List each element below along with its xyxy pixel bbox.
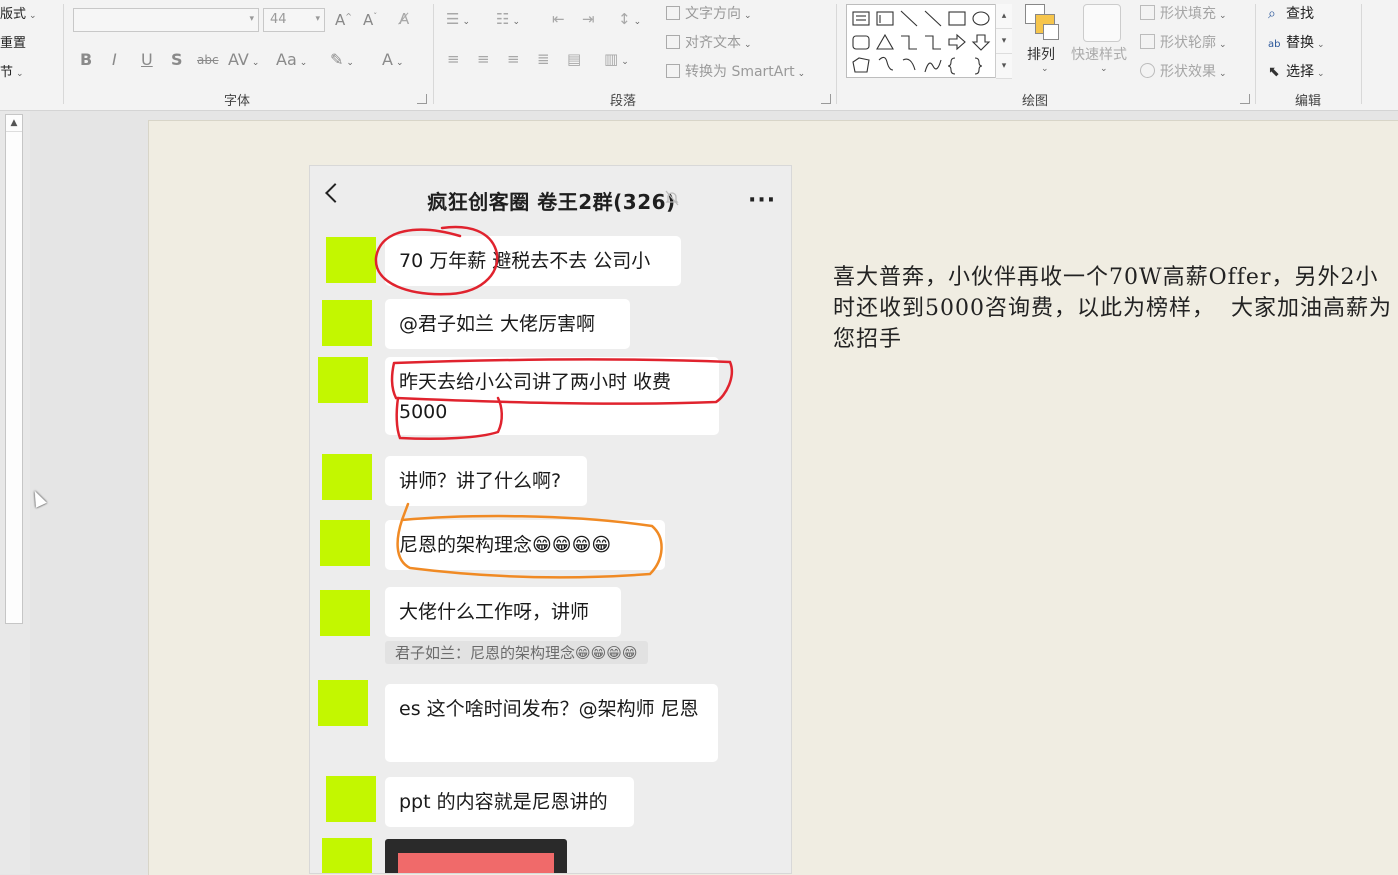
text-direction-button[interactable]: 文字方向 ⌄ xyxy=(666,3,752,23)
decrease-indent-icon[interactable]: ⇤ xyxy=(552,10,565,28)
quick-styles-icon[interactable] xyxy=(1083,4,1121,42)
group-separator xyxy=(1361,4,1362,104)
shadow-button[interactable]: S xyxy=(171,50,183,69)
shapes-gallery-scroll[interactable]: ▴ ▾ ▾ xyxy=(995,4,1012,79)
select-button[interactable]: ⬉ 选择 ⌄ xyxy=(1268,61,1325,81)
paragraph-dialog-launcher-icon[interactable] xyxy=(821,94,831,104)
numbering-icon[interactable]: ☷ ⌄ xyxy=(496,10,520,28)
arrange-dropdown-icon[interactable]: ⌄ xyxy=(1041,64,1049,74)
bold-button[interactable]: B xyxy=(80,50,92,69)
red-underline-annotation xyxy=(390,358,733,405)
character-spacing-button[interactable]: AV ⌄ xyxy=(228,50,259,69)
search-icon: ⌕ xyxy=(1268,6,1276,22)
shapes-gallery-icons xyxy=(852,10,991,75)
strikethrough-button[interactable]: abc xyxy=(197,53,219,67)
convert-smartart-button[interactable]: 转换为 SmartArt ⌄ xyxy=(666,61,805,81)
shrink-font-icon[interactable]: Aˇ xyxy=(363,11,377,29)
line-spacing-icon[interactable]: ↕ ⌄ xyxy=(618,10,641,28)
distributed-icon[interactable]: ▤ xyxy=(567,50,581,68)
grow-font-icon[interactable]: A^ xyxy=(335,11,352,29)
group-separator xyxy=(1255,4,1256,104)
group-separator xyxy=(433,4,434,104)
layout-button[interactable]: 版式 ⌄ xyxy=(0,3,37,22)
align-center-icon[interactable]: ≡ xyxy=(477,50,490,68)
align-text-button[interactable]: 对齐文本 ⌄ xyxy=(666,32,752,52)
shape-outline-button[interactable]: 形状轮廓 ⌄ xyxy=(1140,32,1227,52)
shape-effects-button[interactable]: 形状效果 ⌄ xyxy=(1140,61,1227,81)
thumbnail-scrollbar[interactable]: ▲ xyxy=(5,114,23,624)
change-case-button[interactable]: Aa ⌄ xyxy=(276,50,307,69)
drawing-group-label: 绘图 xyxy=(1021,94,1049,109)
scroll-up-icon[interactable]: ▲ xyxy=(6,115,22,132)
replace-button[interactable]: ab 替换 ⌄ xyxy=(1268,32,1325,52)
find-button[interactable]: ⌕ 查找 xyxy=(1268,3,1314,23)
red-circle-annotation xyxy=(374,225,499,296)
font-size-combo[interactable]: 44 ▾ xyxy=(263,8,325,32)
ribbon: 版式 ⌄ 重置 节 ⌄ ▾ 44 ▾ A^ Aˇ A̸ B I U S abc AV ⌄… xyxy=(0,0,1398,111)
editing-group-label: 编辑 xyxy=(1294,94,1322,109)
chat-screenshot-image[interactable]: 疯狂创客圈 卷王2群(326) ··· 70 万年薪 避税去不去 公司小 @君子… xyxy=(309,165,792,874)
group-separator xyxy=(836,4,837,104)
quick-styles-dropdown-icon[interactable]: ⌄ xyxy=(1100,64,1108,74)
font-color-button[interactable]: A ⌄ xyxy=(382,50,404,69)
section-button[interactable]: 节 ⌄ xyxy=(0,61,24,80)
quick-styles-button[interactable]: 快速样式 xyxy=(1071,44,1127,64)
align-right-icon[interactable]: ≡ xyxy=(507,50,520,68)
font-dialog-launcher-icon[interactable] xyxy=(417,94,427,104)
red-box-annotation xyxy=(395,396,503,440)
underline-button[interactable]: U xyxy=(141,50,153,69)
font-name-combo[interactable]: ▾ xyxy=(73,8,259,32)
annotation-marks xyxy=(374,225,733,579)
shapes-gallery[interactable] xyxy=(846,4,1012,78)
increase-indent-icon[interactable]: ⇥ xyxy=(582,10,595,28)
align-left-icon[interactable]: ≡ xyxy=(447,50,460,68)
clear-format-icon[interactable]: A̸ xyxy=(399,10,409,28)
slide-text-box[interactable]: 喜大普奔，小伙伴再收一个70W高薪Offer，另外2小时还收到5000咨询费，以… xyxy=(833,262,1398,355)
columns-icon[interactable]: ▥ ⌄ xyxy=(604,50,629,68)
group-separator xyxy=(63,4,64,104)
arrange-button[interactable]: 排列 xyxy=(1027,44,1055,64)
drawing-dialog-launcher-icon[interactable] xyxy=(1240,94,1250,104)
bullets-icon[interactable]: ☰ ⌄ xyxy=(446,10,470,28)
highlight-icon[interactable]: ✎ ⌄ xyxy=(330,50,354,69)
reset-button[interactable]: 重置 xyxy=(0,32,26,51)
font-group-label: 字体 xyxy=(223,94,251,109)
justify-icon[interactable]: ≣ xyxy=(537,50,550,68)
shape-fill-button[interactable]: 形状填充 ⌄ xyxy=(1140,3,1227,23)
orange-circle-annotation xyxy=(396,502,663,579)
replace-icon: ab xyxy=(1268,39,1281,50)
paragraph-group-label: 段落 xyxy=(609,94,637,109)
arrange-icon[interactable] xyxy=(1025,4,1059,42)
italic-button[interactable]: I xyxy=(112,50,117,69)
cursor-icon: ⬉ xyxy=(1268,64,1280,80)
